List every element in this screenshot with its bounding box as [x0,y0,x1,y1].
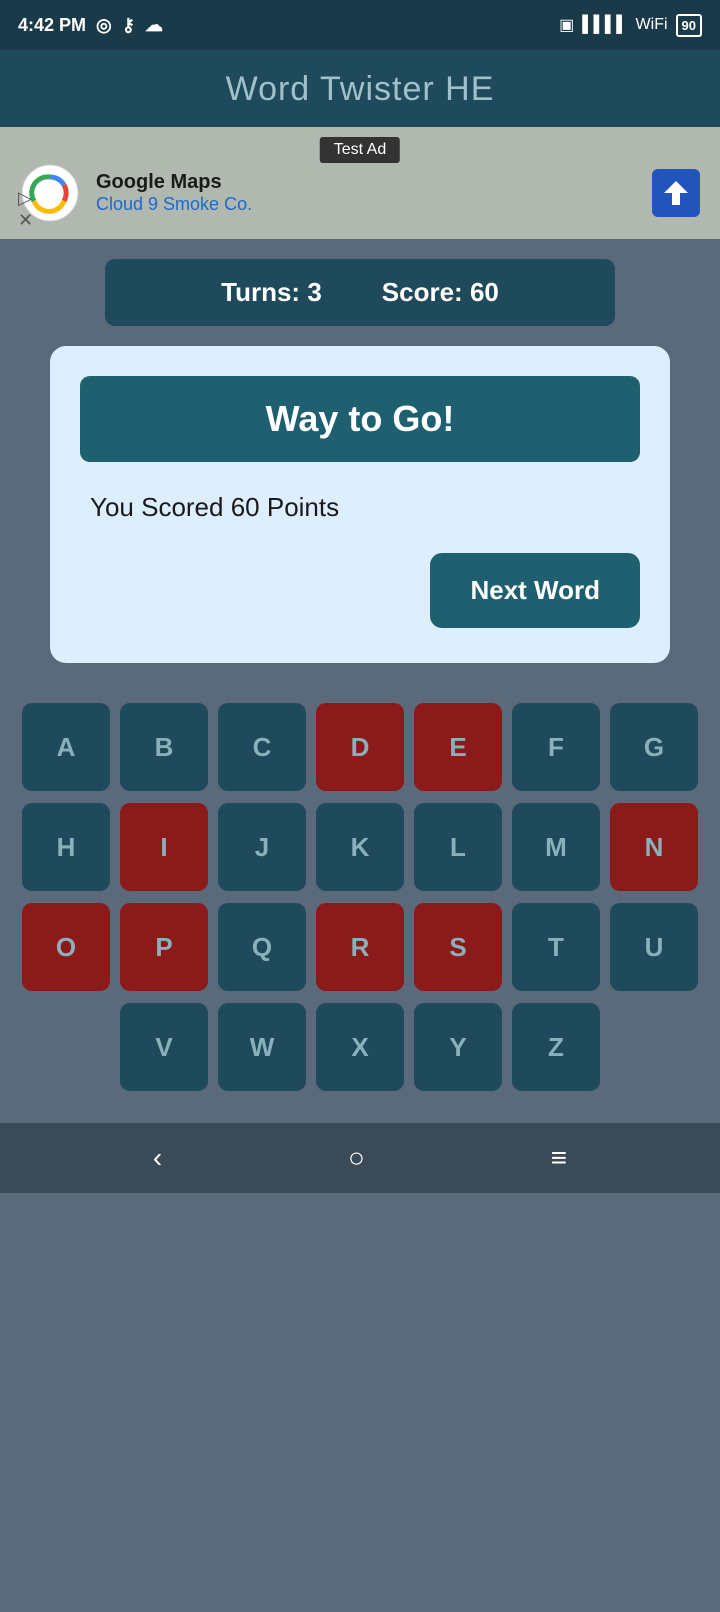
dialog-footer: Next Word [80,553,640,628]
cloud-icon: ☁ [145,15,163,36]
key-w[interactable]: W [218,1003,306,1091]
status-right: ▣ ▌▌▌▌ WiFi 90 [559,14,702,37]
keyboard-row-2: OPQRSTU [10,903,710,991]
close-icon[interactable]: ✕ [18,211,33,229]
key-c[interactable]: C [218,703,306,791]
key-y[interactable]: Y [414,1003,502,1091]
key-i[interactable]: I [120,803,208,891]
result-dialog: Way to Go! You Scored 60 Points Next Wor… [50,346,670,663]
key-j[interactable]: J [218,803,306,891]
status-left: 4:42 PM ◎ ⚷ ☁ [18,15,163,36]
ad-banner[interactable]: Test Ad Google Maps Cloud 9 Smoke Co. ▷ … [0,127,720,239]
next-word-button[interactable]: Next Word [430,553,640,628]
back-button[interactable]: ‹ [153,1142,162,1174]
ad-controls: ▷ ✕ [18,189,33,229]
key-h[interactable]: H [22,803,110,891]
dialog-title: Way to Go! [266,398,455,439]
key-d[interactable]: D [316,703,404,791]
key-l[interactable]: L [414,803,502,891]
key-a[interactable]: A [22,703,110,791]
ad-text: Google Maps Cloud 9 Smoke Co. [96,171,636,215]
ad-tagline: Cloud 9 Smoke Co. [96,194,636,215]
ad-label: Test Ad [320,137,400,163]
score-label: Score: [382,277,463,307]
battery-icon: 90 [676,14,702,37]
app-title: Word Twister HE [226,70,495,108]
turns-display: Turns: 3 [221,277,322,308]
menu-button[interactable]: ≡ [551,1142,567,1174]
turns-label: Turns: [221,277,300,307]
key-m[interactable]: M [512,803,600,891]
key-n[interactable]: N [610,803,698,891]
turns-value: 3 [307,277,321,307]
key-k[interactable]: K [316,803,404,891]
keyboard-area: ABCDEFG HIJKLMN OPQRSTU VWXYZ [0,683,720,1113]
status-bar: 4:42 PM ◎ ⚷ ☁ ▣ ▌▌▌▌ WiFi 90 [0,0,720,50]
navigation-arrow-icon [662,179,690,207]
key-u[interactable]: U [610,903,698,991]
key-x[interactable]: X [316,1003,404,1091]
dialog-overlay: Way to Go! You Scored 60 Points Next Wor… [0,346,720,663]
score-bar: Turns: 3 Score: 60 [105,259,615,326]
ad-company: Google Maps [96,171,636,194]
key-p[interactable]: P [120,903,208,991]
key-r[interactable]: R [316,903,404,991]
key-z[interactable]: Z [512,1003,600,1091]
play-icon[interactable]: ▷ [18,189,33,207]
time: 4:42 PM [18,15,86,36]
key-v[interactable]: V [120,1003,208,1091]
key-o[interactable]: O [22,903,110,991]
dialog-header: Way to Go! [80,376,640,462]
key-g[interactable]: G [610,703,698,791]
signal-icon: ▌▌▌▌ [582,16,627,34]
key-f[interactable]: F [512,703,600,791]
score-display: Score: 60 [382,277,499,308]
key-e[interactable]: E [414,703,502,791]
dialog-score-text: You Scored 60 Points [80,492,640,523]
keyboard-row-1: HIJKLMN [10,803,710,891]
key-b[interactable]: B [120,703,208,791]
whatsapp-icon: ◎ [96,15,112,36]
keyboard-row-3: VWXYZ [10,1003,710,1091]
keyboard-row-0: ABCDEFG [10,703,710,791]
score-value: 60 [470,277,499,307]
wifi-icon: WiFi [636,16,668,34]
app-header: Word Twister HE [0,50,720,127]
usb-icon: ⚷ [122,15,135,36]
nav-bar: ‹ ○ ≡ [0,1123,720,1193]
home-button[interactable]: ○ [348,1142,365,1174]
ad-nav-icon[interactable] [652,169,700,217]
key-q[interactable]: Q [218,903,306,991]
key-s[interactable]: S [414,903,502,991]
vibrate-icon: ▣ [559,15,574,35]
key-t[interactable]: T [512,903,600,991]
